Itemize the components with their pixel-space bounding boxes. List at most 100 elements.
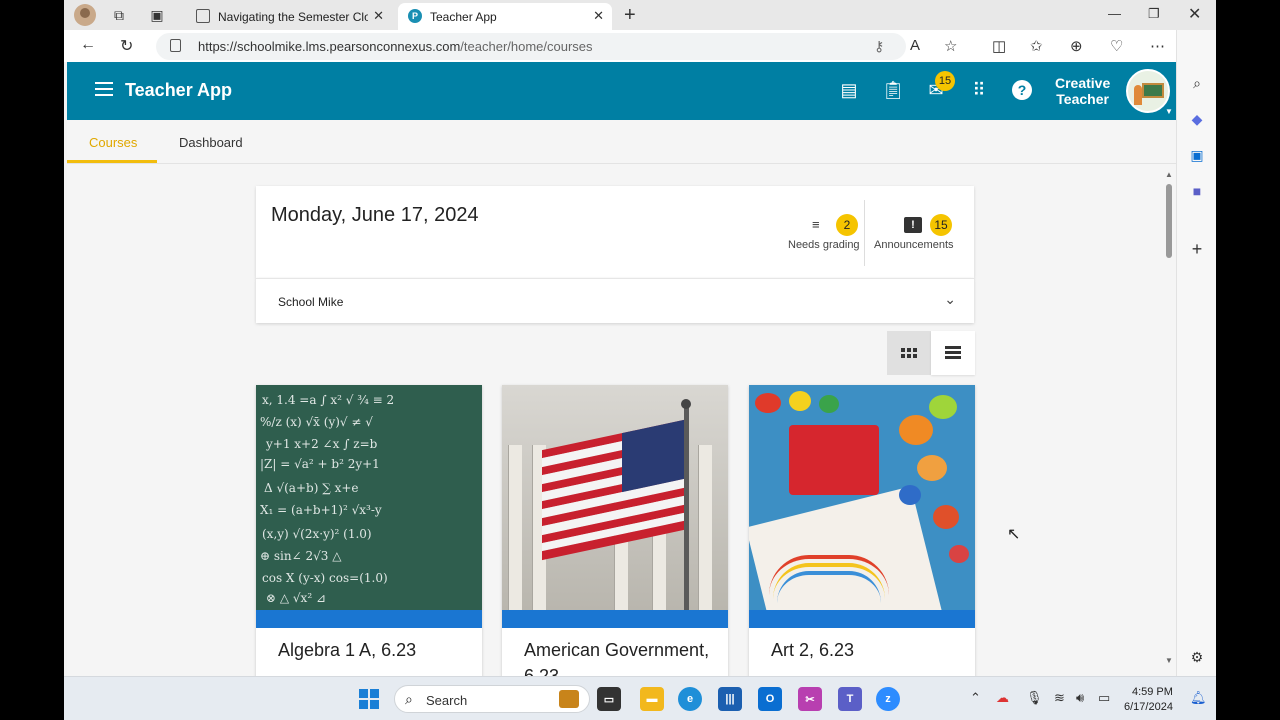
view-toggle <box>887 331 975 375</box>
apps-grid-icon[interactable]: ⠿ <box>968 79 990 101</box>
microphone-icon[interactable]: 🎙︎ <box>1026 690 1043 706</box>
tab-navigating-semester[interactable]: Navigating the Semester Closeou ✕ <box>186 3 392 30</box>
favorite-star-icon[interactable]: ☆ <box>944 37 957 55</box>
course-card-art[interactable]: Art 2, 6.23 <box>749 385 975 676</box>
needs-grading-badge: 2 <box>836 214 858 236</box>
wifi-icon[interactable]: ≋ <box>1054 690 1065 706</box>
browser-tab-strip: ⧉ ▣ Navigating the Semester Closeou ✕ P … <box>64 0 1216 30</box>
outlook-icon[interactable]: O <box>758 687 782 711</box>
chevron-down-icon[interactable]: ⌄ <box>944 291 956 308</box>
more-menu-icon[interactable]: ⋯ <box>1150 37 1165 55</box>
add-sidebar-app-icon[interactable]: + <box>1188 239 1206 259</box>
close-icon[interactable]: ✕ <box>373 8 384 24</box>
mouse-cursor-icon: ↖ <box>1007 526 1021 543</box>
show-hidden-icons-icon[interactable]: ⌃ <box>970 690 981 706</box>
key-icon[interactable]: ⚷ <box>874 38 884 55</box>
current-date: Monday, June 17, 2024 <box>271 204 479 226</box>
app-title: Teacher App <box>125 80 233 100</box>
url-text[interactable]: https://schoolmike.lms.pearsonconnexus.c… <box>198 39 593 54</box>
summary-card: Monday, June 17, 2024 ≡ 2 Needs grading … <box>256 186 974 278</box>
shopping-icon[interactable]: ◆ <box>1188 110 1206 128</box>
edge-icon[interactable]: e <box>678 687 702 711</box>
read-aloud-icon[interactable]: A <box>910 37 920 54</box>
tab-teacher-app[interactable]: P Teacher App ✕ <box>398 3 612 30</box>
zoom-icon[interactable]: z <box>876 687 900 711</box>
window-close-button[interactable]: ✕ <box>1188 4 1201 24</box>
school-name: School Mike <box>278 295 344 309</box>
library-icon[interactable]: ▤ <box>838 79 860 101</box>
file-explorer-icon[interactable]: ▬ <box>640 687 664 711</box>
back-button[interactable]: ← <box>80 36 96 54</box>
course-card-algebra[interactable]: x, 1.4 =a ∫ x² √ ¾ ≡ 2 %/z (x) √x̄ (y)√ … <box>256 385 482 676</box>
scroll-thumb[interactable] <box>1166 184 1172 258</box>
address-bar[interactable]: https://schoolmike.lms.pearsonconnexus.c… <box>156 33 906 60</box>
tab-dashboard[interactable]: Dashboard <box>179 135 243 150</box>
collections-icon[interactable]: ⧉ <box>110 6 128 24</box>
taskbar-search[interactable]: ⌕ Search <box>394 685 590 713</box>
grid-view-button[interactable] <box>887 331 931 375</box>
audio-app-icon[interactable]: ||| <box>718 687 742 711</box>
user-avatar[interactable] <box>1126 69 1170 113</box>
pearson-icon: P <box>408 9 422 23</box>
restore-button[interactable]: ❐ <box>1148 6 1160 22</box>
course-image: x, 1.4 =a ∫ x² √ ¾ ≡ 2 %/z (x) √x̄ (y)√ … <box>256 385 482 610</box>
refresh-button[interactable]: ↻ <box>120 36 133 56</box>
collections-icon[interactable]: ⊕ <box>1070 37 1083 55</box>
grid-icon <box>901 348 917 358</box>
vertical-tabs-icon[interactable]: ▣ <box>148 6 166 24</box>
windows-taskbar: ⌕ Search ▭ ▬ e ||| O ✂ T z ⌃ ☁ 🎙︎ ≋ 🔊︎ ▭… <box>64 676 1216 720</box>
hamburger-menu-icon[interactable] <box>95 82 113 96</box>
volume-icon[interactable]: 🔊︎ <box>1076 690 1084 706</box>
grading-list-icon: ≡ <box>812 217 820 232</box>
teams-icon[interactable]: ■ <box>1188 182 1206 200</box>
tab-courses[interactable]: Courses <box>89 135 137 150</box>
screen: ⧉ ▣ Navigating the Semester Closeou ✕ P … <box>64 0 1216 720</box>
clipboard-icon[interactable]: 📋︎ <box>882 79 905 101</box>
notification-badge: 15 <box>935 71 955 91</box>
page-scrollbar[interactable]: ▲ ▼ <box>1163 170 1175 674</box>
windows-start-icon[interactable] <box>359 689 379 709</box>
onedrive-icon[interactable]: ☁ <box>996 690 1009 706</box>
document-icon <box>196 9 210 23</box>
chevron-down-icon[interactable]: ▼ <box>1165 107 1173 116</box>
teams-icon[interactable]: T <box>838 687 862 711</box>
new-tab-button[interactable]: + <box>624 4 636 27</box>
course-name[interactable]: American Government, 6.23 <box>524 637 714 676</box>
address-bar-row: ← ↻ https://schoolmike.lms.pearsonconnex… <box>64 30 1216 62</box>
active-tab-indicator <box>67 160 157 163</box>
announcements-label: Announcements <box>874 239 954 251</box>
course-color-stripe <box>749 610 975 628</box>
app-header: Teacher App ▤ 📋︎ ✉ 15 ⠿ ? Creative Teach… <box>67 62 1176 120</box>
battery-icon[interactable]: ▭ <box>1098 690 1110 706</box>
task-view-icon[interactable]: ▭ <box>597 687 621 711</box>
split-screen-icon[interactable]: ◫ <box>992 37 1006 55</box>
search-label: Search <box>426 693 468 708</box>
close-icon[interactable]: ✕ <box>593 8 604 24</box>
minimize-button[interactable]: — <box>1108 6 1121 21</box>
sidebar-settings-icon[interactable]: ⚙ <box>1188 648 1206 666</box>
course-name[interactable]: Art 2, 6.23 <box>771 637 961 663</box>
search-icon: ⌕ <box>405 691 413 707</box>
help-icon[interactable]: ? <box>1011 79 1033 101</box>
browser-essentials-icon[interactable]: ♡ <box>1110 37 1123 55</box>
course-image <box>502 385 728 610</box>
search-icon[interactable]: ⌕ <box>1188 74 1206 92</box>
school-selector[interactable]: School Mike ⌄ <box>256 278 974 323</box>
outlook-icon[interactable]: ▣ <box>1188 146 1206 164</box>
system-clock[interactable]: 4:59 PM 6/17/2024 <box>1124 685 1173 715</box>
web-page: Teacher App ▤ 📋︎ ✉ 15 ⠿ ? Creative Teach… <box>67 62 1176 676</box>
list-view-button[interactable] <box>931 331 975 375</box>
needs-grading-label: Needs grading <box>788 239 860 251</box>
edge-sidebar: ⌕ ◆ ▣ ■ + ⚙ <box>1176 30 1216 676</box>
lock-icon[interactable] <box>170 39 181 52</box>
scroll-down-arrow[interactable]: ▼ <box>1165 656 1173 665</box>
scroll-up-arrow[interactable]: ▲ <box>1165 170 1173 179</box>
course-name[interactable]: Algebra 1 A, 6.23 <box>278 637 468 663</box>
snipping-tool-icon[interactable]: ✂ <box>798 687 822 711</box>
user-name[interactable]: Creative Teacher <box>1055 75 1110 107</box>
announcement-icon: ! <box>904 217 922 233</box>
favorites-icon[interactable]: ✩ <box>1030 37 1043 55</box>
notification-bell-icon[interactable]: 🔔︎ <box>1190 690 1207 706</box>
course-card-american-government[interactable]: American Government, 6.23 <box>502 385 728 676</box>
profile-avatar[interactable] <box>74 4 96 26</box>
